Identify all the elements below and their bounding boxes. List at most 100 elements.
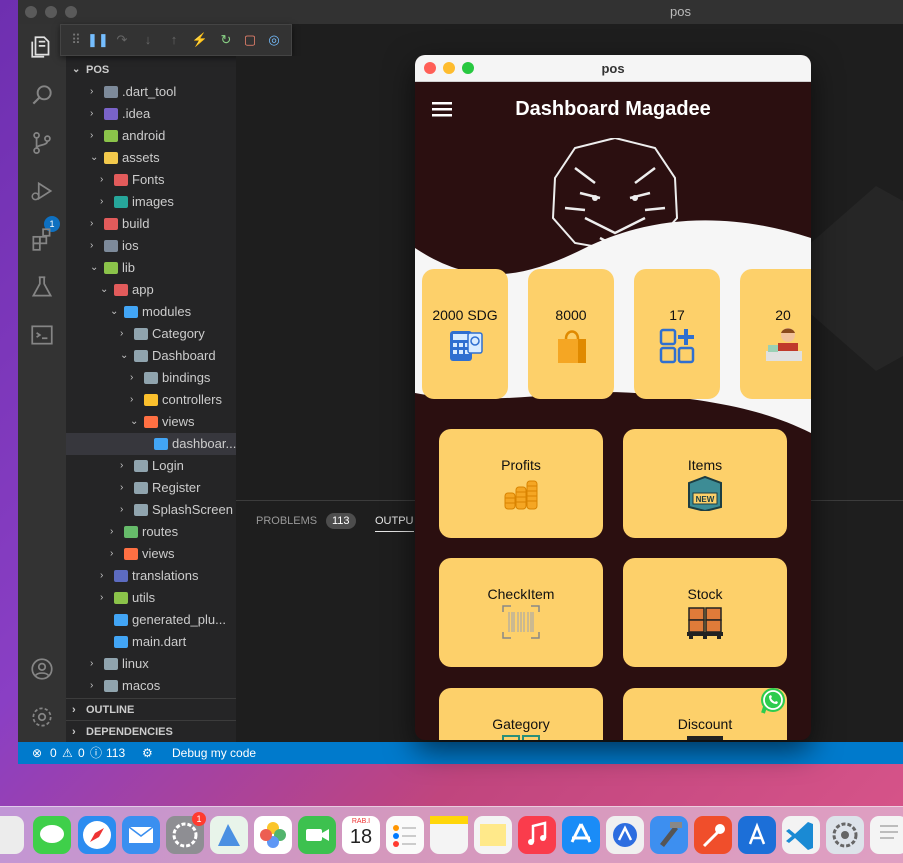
folder-item[interactable]: › views (66, 543, 236, 565)
warning-count[interactable]: 0 (78, 742, 85, 764)
folder-item[interactable]: › Category (66, 323, 236, 345)
info-count[interactable]: 113 (106, 742, 125, 764)
pause-icon[interactable]: ❚❚ (87, 31, 109, 49)
folder-item[interactable]: › images (66, 191, 236, 213)
folder-item[interactable]: › utils (66, 587, 236, 609)
vscode-dock-icon[interactable] (782, 816, 820, 854)
system-preferences-icon[interactable]: 1 (166, 812, 206, 854)
file-item[interactable]: dashboar... (66, 433, 236, 455)
menu-card-checkitem[interactable]: CheckItem (439, 558, 603, 667)
testflight-icon[interactable] (606, 816, 644, 854)
stat-card-categories[interactable]: 17 (634, 269, 720, 399)
folder-item[interactable]: ⌄ views (66, 411, 236, 433)
menu-card-gategory[interactable]: Gategory (439, 688, 603, 740)
notes-icon[interactable] (430, 816, 468, 854)
music-icon[interactable] (518, 816, 556, 854)
restart-icon[interactable]: ↻ (217, 31, 235, 49)
file-item[interactable]: main.dart (66, 631, 236, 653)
chevron-down-icon: ⌄ (90, 152, 99, 163)
facetime-icon[interactable] (298, 816, 336, 854)
chevron-right-icon: › (130, 372, 134, 383)
dependencies-section[interactable]: › DEPENDENCIES (66, 720, 236, 742)
file-item[interactable]: generated_plu... (66, 609, 236, 631)
folder-item[interactable]: › bindings (66, 367, 236, 389)
maximize-window-button[interactable] (65, 6, 77, 18)
settings-gear-icon[interactable] (28, 704, 56, 732)
info-icon[interactable]: ⓘ (90, 742, 102, 764)
folder-item[interactable]: › translations (66, 565, 236, 587)
explorer-icon[interactable] (28, 34, 56, 62)
folder-item[interactable]: ⌄ Dashboard (66, 345, 236, 367)
stickies-icon[interactable] (474, 816, 512, 854)
folder-item[interactable]: › Register (66, 477, 236, 499)
minimize-window-button[interactable] (45, 6, 57, 18)
safari-icon[interactable] (78, 816, 116, 854)
menu-card-stock[interactable]: Stock (623, 558, 787, 667)
folder-item[interactable]: › linux (66, 653, 236, 675)
textedit-icon[interactable] (870, 816, 903, 854)
search-icon[interactable] (28, 82, 56, 110)
testing-flask-icon[interactable] (28, 274, 56, 302)
folder-item[interactable]: › controllers (66, 389, 236, 411)
folder-item[interactable]: ⌄ app (66, 279, 236, 301)
folder-item[interactable]: › .dart_tool (66, 81, 236, 103)
maps-icon[interactable] (210, 816, 248, 854)
instruments-icon[interactable] (694, 816, 732, 854)
folder-item[interactable]: › ios (66, 235, 236, 257)
tab-problems[interactable]: PROBLEMS (256, 515, 317, 527)
reminders-icon[interactable] (386, 816, 424, 854)
tree-item-label: android (122, 128, 166, 143)
account-icon[interactable] (28, 656, 56, 684)
folder-item[interactable]: ⌄ lib (66, 257, 236, 279)
messages-icon[interactable] (33, 816, 71, 854)
calendar-icon[interactable]: RAB.I 18 (342, 816, 380, 854)
debug-icon[interactable]: ⚙ (142, 742, 153, 764)
stop-icon[interactable]: ▢ (241, 31, 259, 49)
extensions-icon[interactable] (28, 226, 56, 254)
photos-icon[interactable] (254, 816, 292, 854)
folder-item[interactable]: › Fonts (66, 169, 236, 191)
close-window-button[interactable] (25, 6, 37, 18)
folder-item[interactable]: › android (66, 125, 236, 147)
whatsapp-icon[interactable] (758, 686, 788, 716)
error-count[interactable]: 0 (50, 742, 57, 764)
menu-card-items[interactable]: Items NEW (623, 429, 787, 538)
simulator-icon[interactable] (738, 816, 776, 854)
app-store-icon[interactable] (562, 816, 600, 854)
launchpad-icon[interactable] (0, 816, 24, 854)
xcode-icon[interactable] (650, 816, 688, 854)
menu-card-profits[interactable]: Profits (439, 429, 603, 538)
drag-handle-icon[interactable]: ⠿ (67, 31, 85, 49)
debug-label[interactable]: Debug my code (172, 742, 256, 764)
tree-item-label: utils (132, 590, 156, 605)
warning-icon[interactable]: ⚠ (62, 742, 73, 764)
step-into-icon[interactable]: ↓ (139, 31, 157, 49)
hamburger-menu-icon[interactable] (432, 101, 454, 119)
run-debug-icon[interactable] (28, 178, 56, 206)
folder-item[interactable]: › .idea (66, 103, 236, 125)
outline-section[interactable]: › OUTLINE (66, 698, 236, 720)
activity-bar: 1 (18, 24, 66, 746)
mail-icon[interactable] (122, 816, 160, 854)
folder-item[interactable]: › Login (66, 455, 236, 477)
folder-item[interactable]: › build (66, 213, 236, 235)
devtools-icon[interactable]: ◎ (265, 31, 283, 49)
folder-item[interactable]: › routes (66, 521, 236, 543)
stat-card-cashiers[interactable]: 20 (740, 269, 811, 399)
explorer-root[interactable]: ⌄ POS (66, 59, 236, 81)
stat-card-sales[interactable]: 8000 (528, 269, 614, 399)
step-out-icon[interactable]: ↑ (165, 31, 183, 49)
hot-reload-icon[interactable]: ⚡ (191, 31, 209, 49)
stat-card-revenue[interactable]: 2000 SDG (422, 269, 508, 399)
folder-item[interactable]: ⌄ modules (66, 301, 236, 323)
source-control-icon[interactable] (28, 130, 56, 158)
tab-output[interactable]: OUTPU (375, 515, 414, 532)
terminal-icon[interactable] (28, 322, 56, 350)
error-icon[interactable]: ⊗ (32, 742, 42, 764)
folder-item[interactable]: ⌄ assets (66, 147, 236, 169)
system-settings-icon[interactable] (826, 816, 864, 854)
folder-icon (104, 240, 118, 252)
folder-item[interactable]: › macos (66, 675, 236, 697)
step-over-icon[interactable]: ↷ (113, 31, 131, 49)
folder-item[interactable]: › SplashScreen (66, 499, 236, 521)
